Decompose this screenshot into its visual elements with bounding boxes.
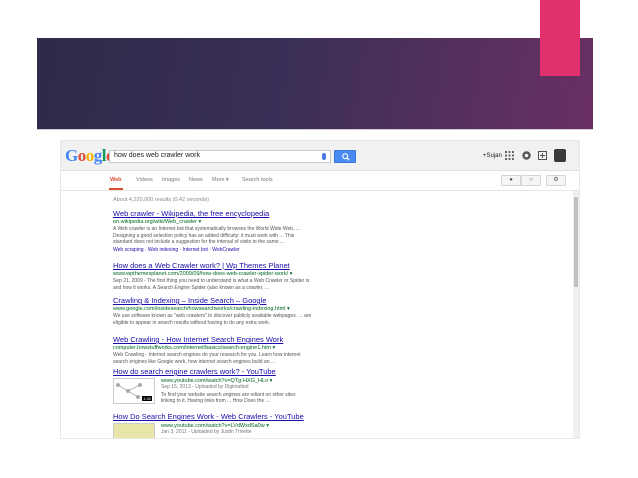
tab-videos[interactable]: Videos <box>136 177 153 183</box>
slide-banner <box>37 38 593 129</box>
result-sitelinks[interactable]: Web scraping · Web indexing · Internet b… <box>113 247 413 253</box>
result-snippet: We use software known as "web crawlers" … <box>113 313 312 326</box>
result-snippet: Web Crawling - Internet search engines d… <box>113 352 301 365</box>
tab-more[interactable]: More ▾ <box>212 177 229 183</box>
result-snippet: A Web crawler is an Internet bot that sy… <box>113 226 301 246</box>
logo-letter: o <box>77 146 87 165</box>
result-snippet: Sep 21, 2009 - The first thing you need … <box>113 278 310 291</box>
result-snippet: To find your website search engines are … <box>161 391 296 405</box>
logo-letter: G <box>65 146 78 165</box>
search-button[interactable] <box>334 150 356 163</box>
video-duration: 1:30 <box>142 396 152 401</box>
video-upload-info: Jan 3, 2011 - Uploaded by Justin Trivett… <box>161 429 252 435</box>
tab-web[interactable]: Web <box>110 177 122 183</box>
search-query: how does web crawler work <box>114 152 200 159</box>
video-result: How do search engine crawlers work? - Yo… <box>113 367 413 404</box>
active-tab-indicator <box>109 188 123 190</box>
search-result: How does a Web Crawler work? | Wp Themes… <box>113 261 413 291</box>
video-thumbnail[interactable]: 1:30 <box>113 378 155 404</box>
search-result: Crawling & Indexing – Inside Search – Go… <box>113 296 413 326</box>
video-details: www.youtube.com/watch?v=LVdWxdSa0w ▾ Jan… <box>161 423 311 436</box>
video-upload-info: Sep 15, 2013 - Uploaded by Digimatted <box>161 384 249 390</box>
search-result: Web crawler - Wikipedia, the free encycl… <box>113 209 413 253</box>
user-name-link[interactable]: +Sujan <box>483 153 502 159</box>
tab-images[interactable]: Images <box>162 177 180 183</box>
tab-search-tools[interactable]: Search tools <box>242 177 273 183</box>
notifications-icon[interactable] <box>522 151 531 160</box>
slide-divider <box>37 129 593 130</box>
avatar[interactable] <box>554 149 566 162</box>
microphone-icon[interactable] <box>322 153 326 160</box>
share-plus-icon[interactable] <box>538 151 547 160</box>
result-title-link[interactable]: How Do Search Engines Work - Web Crawler… <box>113 412 413 421</box>
logo-letter: o <box>85 146 95 165</box>
result-title-link[interactable]: How does a Web Crawler work? | Wp Themes… <box>113 261 413 270</box>
result-title-link[interactable]: Crawling & Indexing – Inside Search – Go… <box>113 296 413 305</box>
gear-icon: ⚙ <box>553 177 559 183</box>
results-stats: About 4,220,000 results (0.42 seconds) <box>113 197 210 203</box>
video-thumbnail[interactable] <box>113 423 155 438</box>
result-title-link[interactable]: Web crawler - Wikipedia, the free encycl… <box>113 209 413 218</box>
google-top-bar: Google how does web crawler work +Sujan <box>61 141 579 171</box>
search-input[interactable]: how does web crawler work <box>109 150 331 163</box>
video-details: www.youtube.com/watch?v=QTg-HXG_HLo ▾ Se… <box>161 378 311 405</box>
google-search-screenshot: Google how does web crawler work +Sujan … <box>60 140 580 439</box>
personal-results-button[interactable]: ● <box>501 175 521 186</box>
logo-letter: g <box>93 146 103 165</box>
hide-personal-results-button[interactable]: ○ <box>521 175 541 186</box>
search-result: Web Crawling - How Internet Search Engin… <box>113 335 413 365</box>
search-icon <box>342 153 350 161</box>
result-url[interactable]: en.wikipedia.org/wiki/Web_crawler ▾ <box>113 219 413 225</box>
scrollbar-thumb[interactable] <box>574 197 578 287</box>
result-url[interactable]: www.wpthemesplanet.com/2009/09/how-does-… <box>113 271 413 277</box>
tab-news[interactable]: News <box>189 177 203 183</box>
slide-accent-tab <box>540 0 580 76</box>
search-tabs: Web Videos Images News More ▾ Search too… <box>61 171 579 191</box>
google-logo[interactable]: Google <box>65 146 114 166</box>
result-url[interactable]: www.google.com/insidesearch/howsearchwor… <box>113 306 413 312</box>
settings-button[interactable]: ⚙ <box>546 175 566 186</box>
apps-grid-icon[interactable] <box>505 151 514 160</box>
result-title-link[interactable]: Web Crawling - How Internet Search Engin… <box>113 335 413 344</box>
result-url[interactable]: computer.howstuffworks.com/internet/basi… <box>113 345 413 351</box>
video-result: How Do Search Engines Work - Web Crawler… <box>113 412 413 438</box>
result-title-link[interactable]: How do search engine crawlers work? - Yo… <box>113 367 413 376</box>
